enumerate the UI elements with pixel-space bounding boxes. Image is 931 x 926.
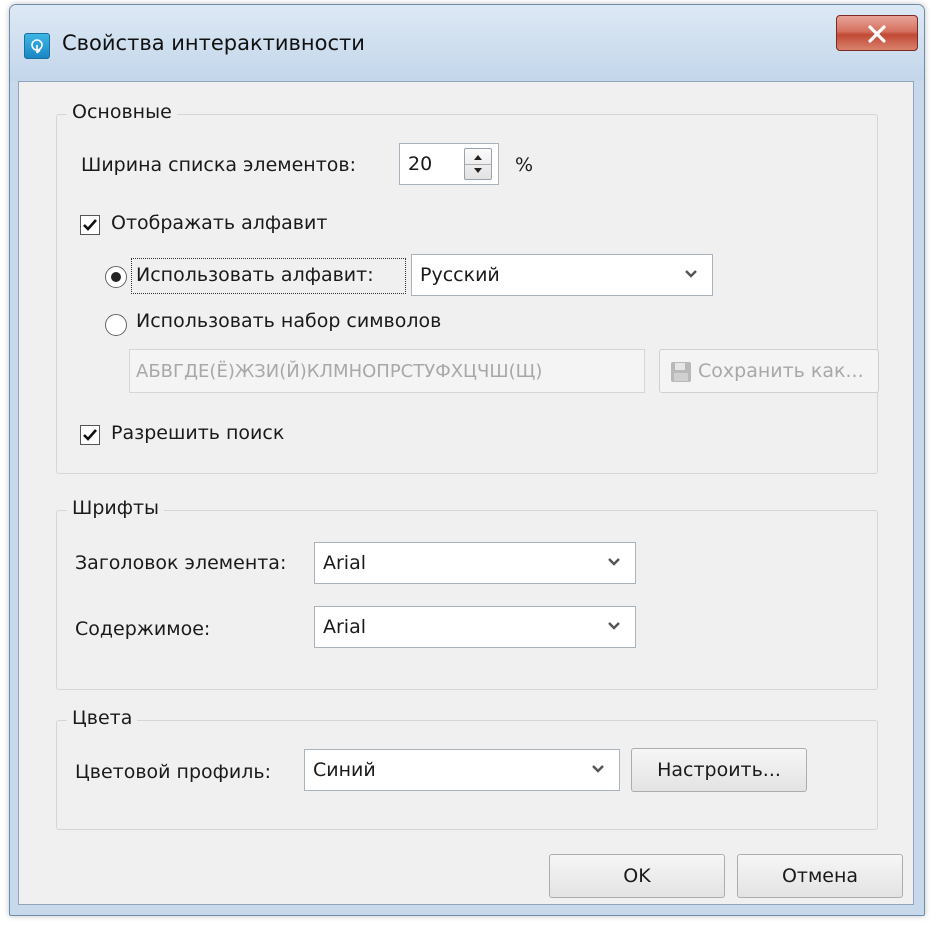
app-icon <box>24 33 50 59</box>
title-bar[interactable]: Свойства интерактивности <box>10 5 924 81</box>
chevron-down-icon <box>608 558 620 566</box>
chevron-down-icon <box>592 765 604 773</box>
floppy-disk-icon <box>671 362 691 382</box>
dialog-window: Свойства интерактивности Основные Ширина… <box>9 4 925 916</box>
allow-search-checkbox[interactable] <box>80 425 100 445</box>
save-as-button: Сохранить как... <box>659 349 879 393</box>
ok-button[interactable]: OK <box>549 854 725 898</box>
dialog-content: Основные Ширина списка элементов: 20 % О… <box>18 81 914 905</box>
alphabet-select-value: Русский <box>420 264 500 286</box>
checkmark-icon <box>83 429 97 441</box>
use-charset-radio[interactable] <box>105 314 127 336</box>
close-button[interactable] <box>836 15 918 51</box>
list-width-value: 20 <box>408 153 433 175</box>
show-alphabet-label[interactable]: Отображать алфавит <box>111 212 327 234</box>
use-charset-label[interactable]: Использовать набор символов <box>136 310 441 332</box>
close-icon <box>868 25 886 43</box>
content-font-label: Содержимое: <box>75 618 211 640</box>
chevron-down-icon <box>608 622 620 630</box>
fonts-group-legend: Шрифты <box>67 497 165 519</box>
chevron-down-icon <box>685 270 697 278</box>
checkmark-icon <box>83 219 97 231</box>
list-width-label: Ширина списка элементов: <box>81 154 356 176</box>
use-alphabet-label[interactable]: Использовать алфавит: <box>136 264 374 286</box>
colors-group-legend: Цвета <box>67 707 138 729</box>
color-profile-label: Цветовой профиль: <box>75 761 271 783</box>
alphabet-select[interactable]: Русский <box>411 254 713 296</box>
content-font-select[interactable]: Arial <box>314 606 636 648</box>
heading-font-value: Arial <box>323 552 367 574</box>
color-profile-select[interactable]: Синий <box>304 749 620 791</box>
configure-button[interactable]: Настроить... <box>631 748 807 792</box>
allow-search-label[interactable]: Разрешить поиск <box>111 422 284 444</box>
use-alphabet-radio[interactable] <box>105 266 127 288</box>
color-profile-value: Синий <box>313 759 376 781</box>
list-width-unit: % <box>515 154 534 176</box>
heading-font-select[interactable]: Arial <box>314 542 636 584</box>
basic-group-legend: Основные <box>67 101 177 123</box>
cancel-button[interactable]: Отмена <box>737 854 903 898</box>
save-as-label: Сохранить как... <box>698 360 864 382</box>
content-font-value: Arial <box>323 616 367 638</box>
fonts-group: Шрифты <box>56 497 878 690</box>
charset-value: АБВГДЕ(Ё)ЖЗИ(Й)КЛМНОПРСТУФХЦЧШ(Щ) <box>136 361 543 382</box>
charset-input: АБВГДЕ(Ё)ЖЗИ(Й)КЛМНОПРСТУФХЦЧШ(Щ) <box>129 349 645 393</box>
spinner-buttons[interactable] <box>464 148 492 180</box>
list-width-spinner[interactable]: 20 <box>399 143 499 185</box>
heading-font-label: Заголовок элемента: <box>75 552 287 574</box>
window-title: Свойства интерактивности <box>62 31 365 55</box>
show-alphabet-checkbox[interactable] <box>80 215 100 235</box>
